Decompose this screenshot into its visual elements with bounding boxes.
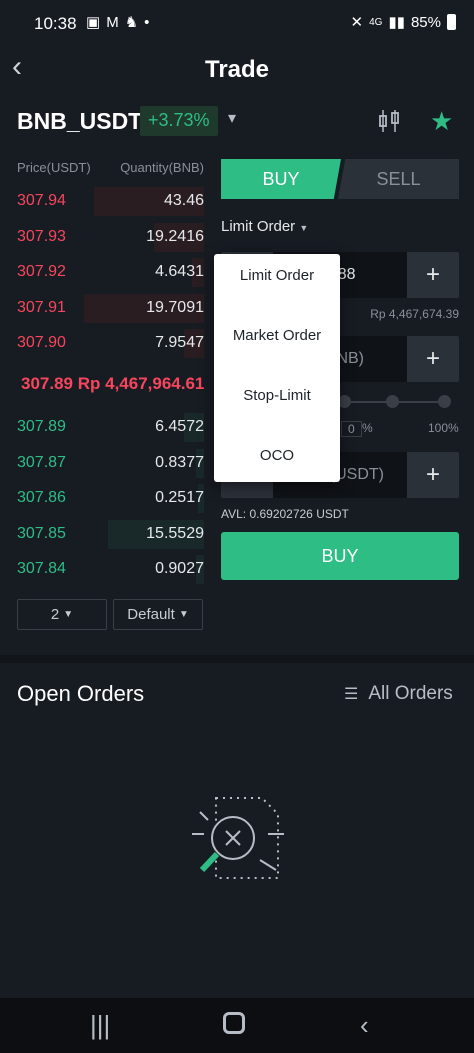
home-icon[interactable] [223,1012,245,1034]
slider-percent-input[interactable]: 0 [341,421,362,437]
order-type-select[interactable]: Limit Order ▼ [221,218,308,235]
ask-quantity: 4.6431 [155,263,204,280]
ask-price: 307.90 [17,334,66,351]
dropdown-option-stop-limit[interactable]: Stop-Limit [214,387,340,404]
bid-price: 307.85 [17,524,66,542]
mute-icon: ✕ [350,14,364,31]
ask-price: 307.92 [17,263,66,280]
bid-price: 307.87 [17,453,66,471]
bid-quantity: 0.2517 [155,489,204,506]
mid-price-fiat: Rp 4,467,964.61 [77,374,205,393]
mid-price-value: 307.89 [21,374,73,393]
ask-price: 307.93 [17,227,66,245]
slider-percent-symbol: % [362,421,373,435]
all-orders-label: All Orders [368,683,453,704]
bid-quantity: 0.9027 [155,560,204,577]
order-type-label: Limit Order [221,218,296,235]
view-select-value: Default [127,606,175,623]
bid-price: 307.84 [17,560,66,577]
status-right: ✕ 4G ▮▮ 85% [351,13,456,31]
bid-row[interactable]: 307.85 15.5529 [0,517,210,552]
ask-quantity: 19.7091 [146,298,204,316]
open-orders-title: Open Orders [17,681,145,706]
pair-dropdown-icon[interactable]: ▾ [228,108,236,128]
candlestick-chart-icon[interactable] [376,108,402,134]
notification-icons: ▣M♞• [86,13,155,31]
slider-step-100[interactable] [438,395,451,408]
bid-quantity: 0.8377 [155,453,204,471]
precision-select[interactable]: 2 ▼ [17,599,107,630]
ask-row[interactable]: 307.94 43.46 [0,184,210,219]
status-time: 10:38 [34,14,77,33]
empty-orders-icon [192,797,284,879]
ask-row[interactable]: 307.90 7.9547 [0,326,210,361]
mid-price: 307.89 Rp 4,467,964.61 [21,374,204,394]
slider-step-75[interactable] [386,395,399,408]
caret-down-icon: ▼ [63,609,74,620]
app-icon: ♞ [124,14,145,31]
page-title: Trade [204,56,270,83]
bid-row[interactable]: 307.89 6.4572 [0,410,210,445]
ask-quantity: 19.2416 [146,227,204,245]
available-balance: AVL: 0.69202726 USDT [221,507,349,521]
amount-plus-button[interactable]: + [407,336,459,382]
ask-price: 307.94 [17,192,66,209]
all-orders-link[interactable]: ☰ All Orders [344,683,453,705]
order-type-dropdown: Limit Order Market Order Stop-Limit OCO [214,254,340,482]
bid-price: 307.89 [17,418,66,435]
bid-quantity: 6.4572 [155,418,204,435]
pair-symbol[interactable]: BNB_USDT [17,108,142,135]
dropdown-option-limit-order[interactable]: Limit Order [214,267,340,284]
ask-quantity: 7.9547 [155,334,204,351]
favorite-star-icon[interactable]: ★ [430,106,453,137]
ask-row[interactable]: 307.93 19.2416 [0,220,210,255]
ask-row[interactable]: 307.92 4.6431 [0,255,210,290]
buy-tab[interactable]: BUY [221,159,341,199]
dropdown-option-oco[interactable]: OCO [214,447,340,464]
bid-quantity: 15.5529 [146,524,204,542]
slider-max-label: 100% [428,421,459,435]
list-icon: ☰ [344,686,359,703]
buy-button[interactable]: BUY [221,532,459,580]
battery-text: 85% [410,13,441,31]
dropdown-option-market-order[interactable]: Market Order [214,327,340,344]
price-plus-button[interactable]: + [407,252,459,298]
battery-icon [447,14,456,30]
sell-tab[interactable]: SELL [338,159,459,199]
status-bar: 10:38 ▣M♞• ✕ 4G ▮▮ 85% [0,0,474,48]
back-nav-icon[interactable]: ‹ [360,1010,369,1041]
recent-apps-icon[interactable]: ||| [90,1010,110,1041]
bid-row[interactable]: 307.86 0.2517 [0,481,210,516]
dot-icon: • [144,14,156,31]
gmail-icon: M [106,14,125,31]
ask-row[interactable]: 307.91 19.7091 [0,291,210,326]
price-fiat-note: Rp 4,467,674.39 [370,307,459,321]
ask-price: 307.91 [17,298,66,316]
section-divider [0,655,474,663]
signal-icon: ▮▮ [388,14,405,31]
change-badge: +3.73% [140,106,218,136]
precision-select-value: 2 [50,606,60,623]
caret-down-icon: ▼ [178,609,189,620]
ask-quantity: 43.46 [163,192,204,209]
bid-row[interactable]: 307.87 0.8377 [0,446,210,481]
price-column-header: Price(USDT) [17,160,91,175]
quantity-column-header: Quantity(BNB) [120,160,204,175]
bid-row[interactable]: 307.84 0.9027 [0,552,210,587]
total-plus-button[interactable]: + [407,452,459,498]
bid-price: 307.86 [17,489,66,506]
network-type: 4G [369,16,383,28]
view-select[interactable]: Default ▼ [113,599,203,630]
caret-down-icon: ▼ [299,223,309,233]
image-icon: ▣ [86,14,107,31]
